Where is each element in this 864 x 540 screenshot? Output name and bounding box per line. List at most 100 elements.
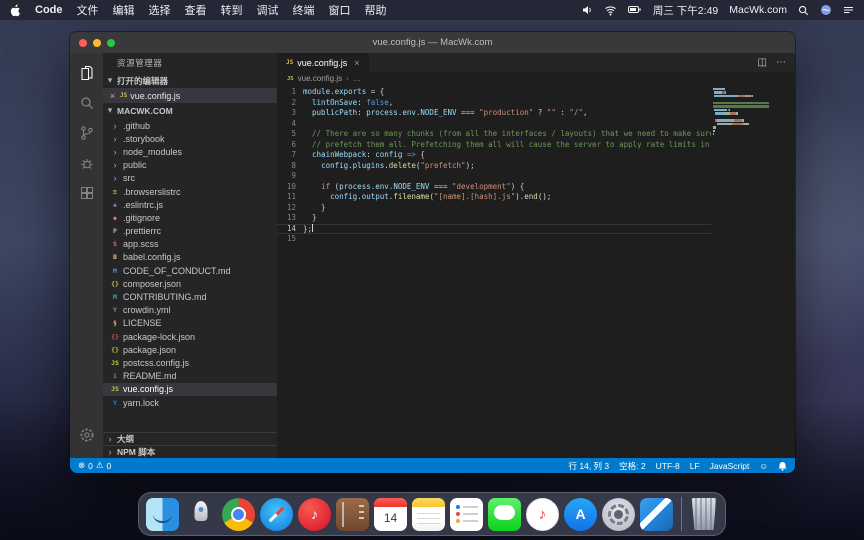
sidebar-section-header[interactable]: ›大纲 bbox=[103, 432, 277, 445]
siri-icon[interactable] bbox=[820, 4, 832, 16]
status-item[interactable]: LF bbox=[690, 461, 700, 471]
close-button[interactable] bbox=[79, 39, 87, 47]
file-tree-item[interactable]: {}package-lock.json bbox=[103, 330, 277, 343]
code-line[interactable]: 1module.exports = { bbox=[277, 87, 769, 98]
vscode-dock-icon[interactable] bbox=[640, 498, 673, 531]
file-tree-item[interactable]: {}composer.json bbox=[103, 277, 277, 290]
more-actions-icon[interactable]: ⋯ bbox=[776, 57, 786, 68]
menubar-menu-item[interactable]: 转到 bbox=[221, 2, 243, 18]
breadcrumb-file[interactable]: vue.config.js bbox=[298, 74, 342, 83]
code-line[interactable]: 10 if (process.env.NODE_ENV === "develop… bbox=[277, 182, 769, 193]
folder-tree-item[interactable]: ›node_modules bbox=[103, 145, 277, 158]
volume-icon[interactable] bbox=[581, 4, 593, 16]
tab-close-icon[interactable]: × bbox=[354, 58, 359, 68]
workspace-header[interactable]: ▾ MACWK.COM bbox=[103, 103, 277, 118]
file-tree-item[interactable]: MCODE_OF_CONDUCT.md bbox=[103, 264, 277, 277]
netease-music-dock-icon[interactable]: ♪ bbox=[298, 498, 331, 531]
problems-indicator[interactable]: ⊗ 0 ⚠ 0 bbox=[78, 460, 111, 471]
open-editors-header[interactable]: ▾ 打开的编辑器 bbox=[103, 73, 277, 88]
menubar-menu-item[interactable]: 选择 bbox=[149, 2, 171, 18]
feedback-smiley-icon[interactable]: ☺ bbox=[759, 461, 768, 471]
menubar-menu-item[interactable]: 编辑 bbox=[113, 2, 135, 18]
safari-dock-icon[interactable] bbox=[260, 498, 293, 531]
folder-tree-item[interactable]: ›public bbox=[103, 159, 277, 172]
status-item[interactable]: UTF-8 bbox=[656, 461, 680, 471]
launchpad-dock-icon[interactable] bbox=[184, 498, 217, 531]
battery-icon[interactable] bbox=[628, 5, 642, 15]
debug-icon[interactable] bbox=[70, 148, 103, 178]
menubar-clock[interactable]: 周三 下午2:49 bbox=[653, 3, 718, 18]
open-editor-item[interactable]: × JS vue.config.js bbox=[103, 88, 277, 103]
status-item[interactable]: JavaScript bbox=[710, 461, 750, 471]
reminders-dock-icon[interactable] bbox=[450, 498, 483, 531]
code-line[interactable]: 6 // prefetch them all. Prefetching them… bbox=[277, 140, 769, 151]
notes-dock-icon[interactable] bbox=[412, 498, 445, 531]
extensions-icon[interactable] bbox=[70, 178, 103, 208]
status-item[interactable]: 行 14, 列 3 bbox=[569, 460, 610, 472]
finder-dock-icon[interactable] bbox=[146, 498, 179, 531]
menubar-menu-item[interactable]: 查看 bbox=[185, 2, 207, 18]
code-line[interactable]: 3 publicPath: process.env.NODE_ENV === "… bbox=[277, 108, 769, 119]
contacts-dock-icon[interactable] bbox=[336, 498, 369, 531]
code-line[interactable]: 2 lintOnSave: false, bbox=[277, 98, 769, 109]
file-tree-item[interactable]: Bbabel.config.js bbox=[103, 251, 277, 264]
tab-vue-config-js[interactable]: JS vue.config.js × bbox=[277, 53, 369, 72]
wifi-icon[interactable] bbox=[604, 5, 617, 16]
code-line[interactable]: 11 config.output.filename("[name].[hash]… bbox=[277, 192, 769, 203]
menubar-app-name[interactable]: Code bbox=[35, 4, 63, 16]
code-line[interactable]: 9 bbox=[277, 171, 769, 182]
menubar-menu-item[interactable]: 调试 bbox=[257, 2, 279, 18]
breadcrumb[interactable]: JS vue.config.js › … bbox=[277, 72, 795, 85]
zoom-button[interactable] bbox=[107, 39, 115, 47]
code-line[interactable]: 8 config.plugins.delete("prefetch"); bbox=[277, 161, 769, 172]
settings-gear-icon[interactable] bbox=[70, 420, 103, 450]
music-dock-icon[interactable]: ♪ bbox=[526, 498, 559, 531]
status-item[interactable]: 空格: 2 bbox=[619, 460, 645, 472]
trash-dock-icon[interactable] bbox=[690, 498, 718, 530]
minimize-button[interactable] bbox=[93, 39, 101, 47]
file-tree-item[interactable]: {}package.json bbox=[103, 343, 277, 356]
menubar-menu-item[interactable]: 终端 bbox=[293, 2, 315, 18]
file-tree-item[interactable]: JSvue.config.js bbox=[103, 383, 277, 396]
file-tree-item[interactable]: ≡.browserslistrc bbox=[103, 185, 277, 198]
file-tree-item[interactable]: ◈.eslintrc.js bbox=[103, 198, 277, 211]
file-tree-item[interactable]: ◆.gitignore bbox=[103, 211, 277, 224]
file-tree-item[interactable]: MCONTRIBUTING.md bbox=[103, 290, 277, 303]
code-editor[interactable]: 1module.exports = {2 lintOnSave: false,3… bbox=[277, 85, 795, 458]
code-line[interactable]: 4 bbox=[277, 119, 769, 130]
code-line[interactable]: 5 // There are so many chunks (from all … bbox=[277, 129, 769, 140]
spotlight-search-icon[interactable] bbox=[798, 5, 809, 16]
file-tree-item[interactable]: §LICENSE bbox=[103, 317, 277, 330]
explorer-icon[interactable] bbox=[70, 58, 103, 88]
sidebar-section-header[interactable]: ›NPM 脚本 bbox=[103, 445, 277, 458]
code-line[interactable]: 13 } bbox=[277, 213, 769, 224]
notifications-bell-icon[interactable] bbox=[778, 461, 787, 471]
breadcrumb-symbol[interactable]: … bbox=[353, 74, 361, 83]
messages-dock-icon[interactable] bbox=[488, 498, 521, 531]
apple-menu-icon[interactable] bbox=[10, 4, 21, 17]
file-tree-item[interactable]: Sapp.scss bbox=[103, 238, 277, 251]
calendar-dock-icon[interactable]: 14 bbox=[374, 498, 407, 531]
file-tree-item[interactable]: Yyarn.lock bbox=[103, 396, 277, 409]
split-editor-icon[interactable]: ◫ bbox=[758, 57, 767, 68]
file-tree-item[interactable]: iREADME.md bbox=[103, 370, 277, 383]
close-icon[interactable]: × bbox=[108, 91, 117, 101]
window-titlebar[interactable]: vue.config.js — MacWk.com bbox=[70, 32, 795, 53]
chrome-dock-icon[interactable] bbox=[222, 498, 255, 531]
code-line[interactable]: 14}; bbox=[277, 224, 769, 235]
system-preferences-dock-icon[interactable] bbox=[602, 498, 635, 531]
notification-center-icon[interactable] bbox=[843, 5, 854, 15]
menubar-menu-item[interactable]: 帮助 bbox=[365, 2, 387, 18]
search-icon[interactable] bbox=[70, 88, 103, 118]
minimap[interactable] bbox=[711, 88, 769, 458]
menubar-menu-item[interactable]: 文件 bbox=[77, 2, 99, 18]
folder-tree-item[interactable]: ›.github bbox=[103, 119, 277, 132]
file-tree-item[interactable]: Ycrowdin.yml bbox=[103, 304, 277, 317]
code-line[interactable]: 12 } bbox=[277, 203, 769, 214]
file-tree-item[interactable]: JSpostcss.config.js bbox=[103, 356, 277, 369]
code-line[interactable]: 7 chainWebpack: config => { bbox=[277, 150, 769, 161]
folder-tree-item[interactable]: ›.storybook bbox=[103, 132, 277, 145]
code-line[interactable]: 15 bbox=[277, 234, 769, 245]
folder-tree-item[interactable]: ›src bbox=[103, 172, 277, 185]
app-store-dock-icon[interactable]: A bbox=[564, 498, 597, 531]
